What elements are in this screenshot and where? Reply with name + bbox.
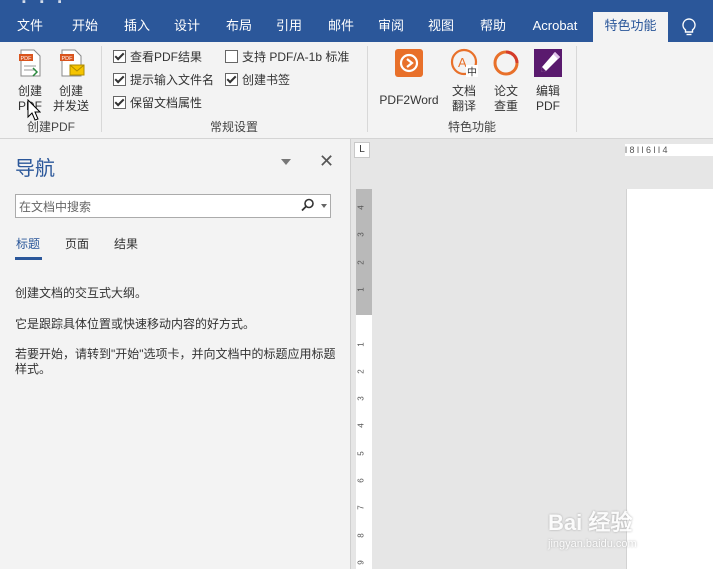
nav-hint-3: 若要开始，请转到"开始"选项卡，并向文档中的标题应用标题样式。 (15, 347, 336, 376)
general-settings-group-label: 常规设置 (209, 120, 258, 134)
group-separator (367, 46, 368, 132)
checkbox-unchecked (225, 50, 238, 63)
pdf-email-icon: PDF (60, 49, 85, 77)
paper-check-icon (493, 50, 519, 76)
group-separator (576, 46, 577, 132)
features-group-label: 特色功能 (447, 120, 496, 134)
watermark-url: jingyan.baidu.com (548, 538, 637, 550)
tab-design[interactable]: 设计 (164, 12, 210, 42)
tab-file[interactable]: 文件 (8, 12, 52, 42)
mouse-cursor-icon (27, 99, 41, 121)
nav-options-dropdown-icon[interactable] (281, 159, 291, 165)
svg-text:中: 中 (467, 66, 477, 79)
checkbox-checked (113, 96, 126, 109)
vertical-ruler[interactable]: 4 3 2 1 1 2 3 4 5 6 7 8 9 (356, 189, 372, 569)
tab-acrobat[interactable]: Acrobat (522, 12, 588, 42)
lightbulb-icon[interactable] (680, 17, 698, 37)
pdf-file-icon: PDF (19, 49, 41, 77)
ribbon-tabs: 文件 开始 插入 设计 布局 引用 邮件 审阅 视图 帮助 Acrobat 特色… (0, 12, 713, 42)
tab-view[interactable]: 视图 (418, 12, 464, 42)
document-area: L l 8 l l 6 l l 4 4 3 2 1 1 2 3 4 5 6 7 8 9 (351, 139, 713, 569)
ruler-number: 3 (356, 232, 366, 238)
edit-pdf-button[interactable]: 编辑 PDF (529, 48, 567, 114)
tab-layout[interactable]: 布局 (216, 12, 262, 42)
ruler-number: 8 (356, 532, 366, 538)
create-send-label-2: 并发送 (52, 99, 89, 113)
checkbox-checked (225, 73, 238, 86)
group-separator (101, 46, 102, 132)
create-and-send-button[interactable]: PDF 创建 并发送 (52, 48, 90, 114)
pdf2word-button[interactable]: PDF2Word (374, 48, 444, 108)
prompt-filename-label: 提示输入文件名 (130, 73, 215, 87)
paper-check-button[interactable]: 论文 查重 (487, 48, 525, 114)
ruler-number: 9 (356, 560, 366, 565)
checkbox-checked (113, 50, 126, 63)
tab-mailings[interactable]: 邮件 (318, 12, 364, 42)
title-bar: ▪▪▪ (0, 0, 713, 12)
checkbox-checked (113, 73, 126, 86)
paper-check-label-2: 查重 (493, 99, 518, 113)
prompt-filename-checkbox[interactable]: 提示输入文件名 (113, 72, 214, 88)
view-pdf-result-label: 查看PDF结果 (130, 50, 203, 64)
edit-pdf-icon (534, 49, 562, 77)
nav-tab-headings[interactable]: 标题 (16, 235, 40, 252)
nav-tab-pages[interactable]: 页面 (65, 235, 89, 252)
tab-insert[interactable]: 插入 (114, 12, 160, 42)
ruler-number: 4 (356, 205, 366, 210)
ruler-number: 7 (356, 505, 366, 511)
tab-home[interactable]: 开始 (62, 12, 108, 42)
pdf2word-label: PDF2Word (379, 93, 439, 107)
create-send-label-1: 创建 (58, 84, 83, 98)
pdfa-support-label: 支持 PDF/A-1b 标准 (242, 50, 350, 64)
close-icon[interactable]: ✕ (319, 151, 334, 172)
paper-check-label-1: 论文 (493, 84, 518, 98)
search-icon[interactable] (301, 198, 315, 212)
keep-doc-properties-checkbox[interactable]: 保留文档属性 (113, 95, 202, 111)
pdf2word-icon (395, 49, 423, 77)
ruler-number: 1 (356, 287, 366, 292)
edit-pdf-label-2: PDF (536, 99, 560, 113)
navigation-pane: 导航 ✕ 在文档中搜索 标题 页面 结果 创建文档的交互式大纲。 它是跟踪具体位… (0, 139, 351, 569)
nav-title: 导航 (15, 158, 55, 180)
tab-references[interactable]: 引用 (266, 12, 312, 42)
translate-label-1: 文档 (451, 84, 476, 98)
create-pdf-group-label: 创建PDF (26, 120, 75, 134)
ruler-number: 3 (356, 396, 366, 401)
search-placeholder: 在文档中搜索 (19, 200, 92, 214)
active-tab-underline (15, 257, 42, 260)
create-bookmarks-checkbox[interactable]: 创建书签 (225, 72, 290, 88)
ruler-number: 1 (356, 341, 366, 347)
search-options-caret-icon[interactable] (321, 204, 327, 208)
tab-review[interactable]: 审阅 (368, 12, 414, 42)
view-pdf-result-checkbox[interactable]: 查看PDF结果 (113, 49, 202, 65)
svg-text:PDF: PDF (62, 56, 74, 62)
tab-help[interactable]: 帮助 (470, 12, 516, 42)
tab-features[interactable]: 特色功能 (593, 12, 668, 42)
ruler-number: 5 (356, 450, 366, 456)
edit-pdf-label-1: 编辑 (535, 84, 560, 98)
translate-button[interactable]: A 中 文档 翻译 (445, 48, 483, 114)
ruler-number: 6 (356, 478, 366, 483)
search-input[interactable]: 在文档中搜索 (15, 194, 331, 218)
pdfa-support-checkbox[interactable]: 支持 PDF/A-1b 标准 (225, 49, 349, 65)
ruler-number: 4 (356, 423, 366, 429)
document-page[interactable] (626, 189, 713, 569)
create-pdf-label-1: 创建 (17, 84, 42, 98)
watermark-logo: Bai 经验 (548, 510, 633, 535)
keep-doc-properties-label: 保留文档属性 (130, 96, 203, 110)
svg-text:A: A (458, 55, 467, 70)
translate-label-2: 翻译 (451, 99, 476, 113)
ruler-number: 2 (356, 259, 366, 265)
tab-stop-selector[interactable]: L (354, 142, 370, 158)
translate-icon: A 中 (450, 48, 478, 79)
svg-text:PDF: PDF (21, 56, 33, 62)
horizontal-ruler[interactable]: l 8 l l 6 l l 4 (625, 144, 713, 156)
ruler-number: 2 (356, 369, 366, 374)
nav-hint-1: 创建文档的交互式大纲。 (15, 286, 148, 300)
nav-tab-results[interactable]: 结果 (114, 235, 138, 252)
create-bookmarks-label: 创建书签 (242, 73, 291, 87)
nav-hint-2: 它是跟踪具体位置或快速移动内容的好方式。 (15, 317, 256, 331)
ribbon: PDF 创建 PDF PDF 创建 并发送 创建PDF 查看PDF结果 支持 P… (0, 42, 713, 139)
quick-access-icons[interactable]: ▪▪▪ (22, 0, 76, 8)
